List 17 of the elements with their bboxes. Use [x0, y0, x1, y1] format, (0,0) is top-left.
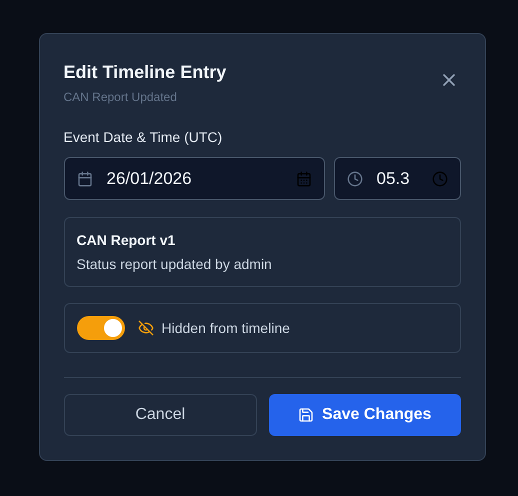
time-field[interactable]: 05.3	[334, 157, 460, 200]
time-value: 05.3	[376, 168, 411, 190]
date-value: 26/01/2026	[106, 168, 193, 190]
clock-icon	[346, 170, 362, 186]
field-label: Event Date & Time (UTC)	[64, 128, 224, 146]
dialog-title: Edit Timeline Entry	[64, 61, 226, 84]
entry-title: CAN Report v1	[76, 232, 176, 248]
cancel-button[interactable]: Cancel	[64, 394, 257, 436]
save-button[interactable]: Save Changes	[269, 394, 460, 436]
save-icon	[298, 407, 314, 423]
dialog-subtitle: CAN Report Updated	[64, 90, 178, 104]
toggle-switch[interactable]	[76, 316, 124, 340]
visibility-label: Hidden from timeline	[162, 318, 290, 338]
entry-description: Status report updated by admin	[76, 256, 273, 272]
date-field[interactable]: 26/01/2026	[64, 157, 324, 200]
eye-off-icon	[138, 320, 154, 336]
calendar-icon	[76, 170, 92, 186]
